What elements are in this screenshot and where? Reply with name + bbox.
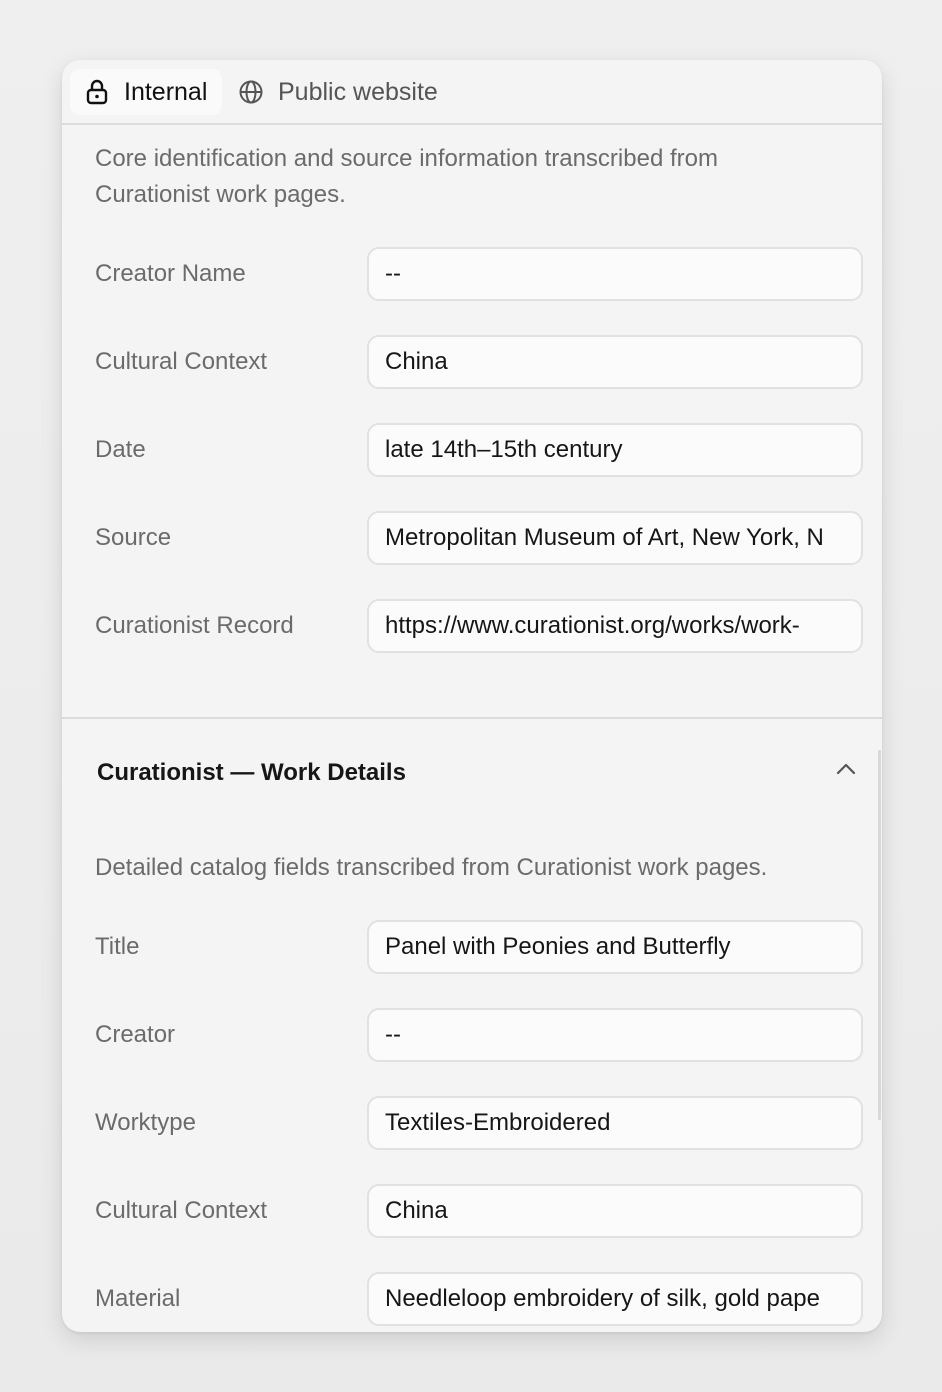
lock-icon xyxy=(84,79,110,105)
field-label-cultural-context: Cultural Context xyxy=(95,1197,268,1224)
field-label-title: Title xyxy=(95,933,140,960)
chevron-up-icon[interactable] xyxy=(834,758,858,782)
scrollbar[interactable] xyxy=(878,750,881,1120)
field-label-worktype: Worktype xyxy=(95,1109,196,1136)
field-label-creator-name: Creator Name xyxy=(95,260,246,287)
record-panel: Internal Public website Core identificat… xyxy=(62,60,882,1332)
cultural-context-field[interactable]: China xyxy=(367,1184,863,1238)
tab-public-website-label: Public website xyxy=(278,77,438,106)
globe-icon xyxy=(238,79,264,105)
tab-bar: Internal Public website xyxy=(62,60,882,125)
section-description-line: Curationist work pages. xyxy=(95,181,346,208)
section-title-work-details[interactable]: Curationist — Work Details xyxy=(97,758,406,788)
material-field[interactable]: Needleloop embroidery of silk, gold pape xyxy=(367,1272,863,1326)
field-label-material: Material xyxy=(95,1285,181,1312)
date-field[interactable]: late 14th–15th century xyxy=(367,423,863,477)
title-field[interactable]: Panel with Peonies and Butterfly xyxy=(367,920,863,974)
field-label-date: Date xyxy=(95,436,146,463)
worktype-field[interactable]: Textiles-Embroidered xyxy=(367,1096,863,1150)
cultural-context-field[interactable]: China xyxy=(367,335,863,389)
section-description: Core identification and source informati… xyxy=(95,141,718,213)
creator-field[interactable]: -- xyxy=(367,1008,863,1062)
field-label-creator: Creator xyxy=(95,1021,176,1048)
tab-internal[interactable]: Internal xyxy=(70,69,222,115)
source-field[interactable]: Metropolitan Museum of Art, New York, N xyxy=(367,511,863,565)
tab-internal-label: Internal xyxy=(124,77,208,106)
tab-public-website[interactable]: Public website xyxy=(228,69,458,115)
section-description-line: Core identification and source informati… xyxy=(95,145,718,172)
section-description: Detailed catalog fields transcribed from… xyxy=(95,854,768,881)
curationist-record-field[interactable]: https://www.curationist.org/works/work- xyxy=(367,599,863,653)
creator-name-field[interactable]: -- xyxy=(367,247,863,301)
field-label-cultural-context: Cultural Context xyxy=(95,348,268,375)
field-label-source: Source xyxy=(95,524,172,551)
field-label-curationist-record: Curationist Record xyxy=(95,612,294,639)
section-divider xyxy=(62,717,882,719)
